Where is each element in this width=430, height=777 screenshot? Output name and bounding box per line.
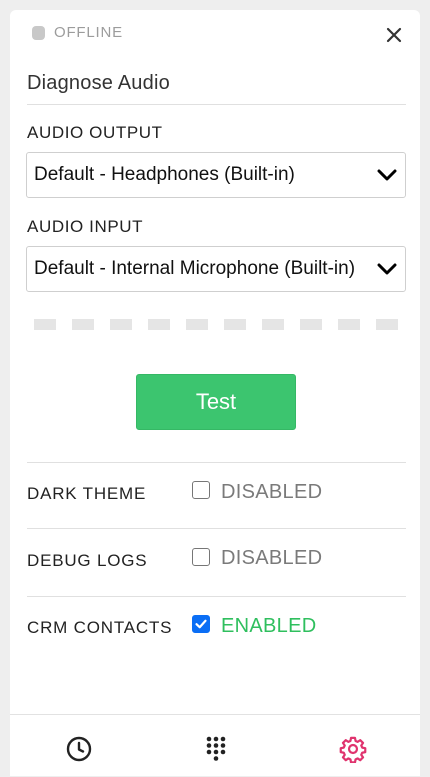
diagnose-panel: OFFLINE Diagnose Audio AUDIO OUTPUT Defa…	[10, 10, 420, 776]
chevron-down-icon	[377, 169, 397, 181]
close-icon	[386, 27, 402, 43]
audio-output-select[interactable]: Default - Headphones (Built-in)	[26, 152, 406, 198]
meter-segment	[300, 319, 322, 330]
clock-icon	[66, 736, 92, 762]
page-title: Diagnose Audio	[27, 72, 170, 94]
meter-segment	[262, 319, 284, 330]
meter-segment	[338, 319, 360, 330]
meter-segment	[376, 319, 398, 330]
settings-divider	[27, 596, 406, 597]
tab-history[interactable]	[65, 735, 93, 763]
status-text: OFFLINE	[54, 24, 123, 41]
settings-divider	[27, 528, 406, 529]
crm-contacts-checkbox[interactable]	[192, 615, 210, 633]
tab-settings[interactable]	[339, 735, 367, 764]
meter-segment	[34, 319, 56, 330]
test-button[interactable]: Test	[136, 374, 296, 430]
dark-theme-checkbox[interactable]	[192, 481, 210, 499]
input-level-meter	[34, 319, 398, 330]
audio-input-value: Default - Internal Microphone (Built-in)	[34, 258, 356, 279]
meter-segment	[186, 319, 208, 330]
dark-theme-label: DARK THEME	[27, 484, 147, 503]
connection-status: OFFLINE	[32, 24, 123, 41]
debug-logs-label: DEBUG LOGS	[27, 551, 148, 570]
dark-theme-state: DISABLED	[221, 481, 323, 503]
debug-logs-state: DISABLED	[221, 547, 323, 569]
checkmark-icon	[195, 619, 207, 629]
close-button[interactable]	[382, 23, 406, 47]
tab-dialpad[interactable]	[202, 735, 230, 763]
audio-input-label: AUDIO INPUT	[27, 217, 144, 236]
status-dot-icon	[32, 25, 45, 40]
debug-logs-checkbox[interactable]	[192, 548, 210, 566]
dialpad-icon	[206, 736, 226, 761]
meter-segment	[224, 319, 246, 330]
crm-contacts-state: ENABLED	[221, 615, 317, 637]
bottom-tab-bar	[10, 714, 420, 777]
title-divider	[27, 104, 406, 105]
audio-input-select[interactable]: Default - Internal Microphone (Built-in)	[26, 246, 406, 292]
audio-output-value: Default - Headphones (Built-in)	[34, 164, 295, 185]
audio-output-label: AUDIO OUTPUT	[27, 123, 163, 142]
chevron-down-icon	[377, 263, 397, 275]
crm-contacts-label: CRM CONTACTS	[27, 618, 173, 637]
settings-divider	[27, 462, 406, 463]
meter-segment	[148, 319, 170, 330]
settings-gear-icon	[339, 736, 367, 764]
meter-segment	[72, 319, 94, 330]
meter-segment	[110, 319, 132, 330]
